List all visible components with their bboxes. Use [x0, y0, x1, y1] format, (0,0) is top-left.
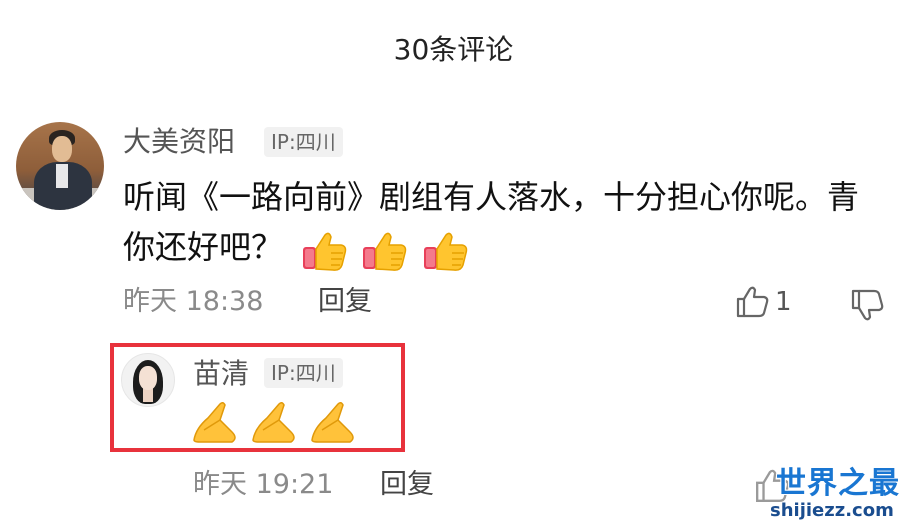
- comment-like-button[interactable]: 1: [735, 285, 792, 319]
- thumbs-up-outline-icon: [736, 286, 769, 318]
- comment-emoji-row: [301, 224, 471, 274]
- thumbs-up-emoji-icon: [303, 232, 347, 271]
- watermark-url: shijiezz.com: [770, 500, 894, 521]
- comment-text: 听闻《一路向前》剧组有人落水，十分担心你呢。青你还好吧？: [123, 178, 860, 266]
- comment-timestamp: 昨天 18:38: [123, 286, 264, 317]
- folded-hands-emoji-icon: [193, 401, 236, 443]
- comment-dislike-button[interactable]: [850, 288, 884, 326]
- replier-avatar[interactable]: [121, 353, 175, 407]
- replier-username[interactable]: 苗清: [193, 356, 249, 392]
- folded-hands-emoji-icon: [252, 401, 295, 443]
- watermark-title: 世界之最: [776, 466, 900, 501]
- watermark-logo: 世界之最 shijiezz.com: [752, 466, 902, 524]
- thumbs-up-emoji-icon: [363, 232, 407, 271]
- thumbs-up-emoji-icon: [423, 232, 467, 271]
- reply-timestamp: 昨天 19:21: [193, 469, 334, 500]
- folded-hands-emoji-icon: [311, 401, 354, 443]
- thumbs-down-outline-icon: [851, 289, 884, 321]
- comment-body: 听闻《一路向前》剧组有人落水，十分担心你呢。青你还好吧？: [123, 172, 883, 274]
- reply-reply-button[interactable]: 回复: [380, 468, 434, 502]
- like-count: 1: [775, 287, 792, 317]
- commenter-avatar[interactable]: [16, 122, 104, 210]
- reply-emoji-row: [190, 398, 362, 444]
- commenter-ip-badge: IP:四川: [264, 127, 343, 157]
- commenter-username[interactable]: 大美资阳: [123, 124, 235, 160]
- comment-reply-button[interactable]: 回复: [318, 285, 372, 319]
- replier-ip-badge: IP:四川: [264, 358, 343, 388]
- comments-header-title: 30条评论: [393, 33, 514, 66]
